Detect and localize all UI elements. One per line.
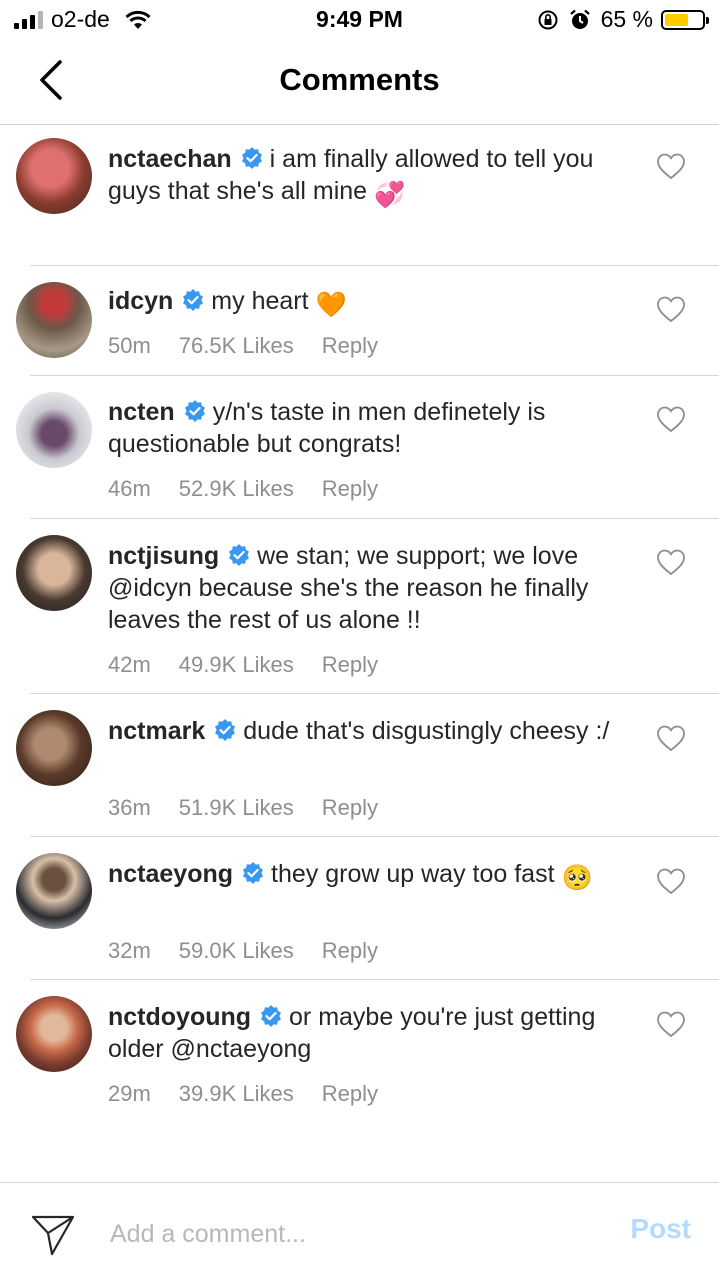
comment-time: 50m	[108, 333, 151, 358]
comment-username[interactable]: ncten	[108, 398, 175, 426]
reply-button[interactable]: Reply	[322, 1081, 378, 1107]
like-heart-icon[interactable]	[656, 152, 686, 180]
like-heart-icon[interactable]	[656, 548, 686, 576]
reply-button[interactable]: Reply	[322, 795, 378, 821]
comment-body: nctmark dude that's disgustingly cheesy :…	[108, 715, 648, 747]
header: Comments	[0, 40, 719, 125]
verified-badge-icon	[183, 289, 204, 311]
comment-username[interactable]: nctaeyong	[108, 860, 233, 888]
comment-meta: 50m 76.5K Likes Reply	[108, 333, 378, 359]
like-heart-icon[interactable]	[656, 724, 686, 752]
comment-body: nctdoyoung or maybe you're just getting o…	[108, 1001, 648, 1065]
like-heart-icon[interactable]	[656, 1010, 686, 1038]
comment-likes[interactable]: 49.9K Likes	[179, 652, 294, 678]
avatar[interactable]	[16, 996, 92, 1072]
avatar[interactable]	[16, 535, 92, 611]
post-button[interactable]: Post	[630, 1213, 691, 1245]
avatar[interactable]	[16, 282, 92, 358]
comment-time: 46m	[108, 476, 151, 501]
comment-time: 32m	[108, 938, 151, 963]
comment-meta: 46m 52.9K Likes Reply	[108, 476, 378, 502]
comment-likes[interactable]: 59.0K Likes	[179, 938, 294, 964]
orange-heart-emoji: 🧡	[315, 291, 347, 319]
like-heart-icon[interactable]	[656, 867, 686, 895]
orientation-lock-icon	[538, 10, 558, 29]
comment-likes[interactable]: 51.9K Likes	[179, 795, 294, 821]
like-heart-icon[interactable]	[656, 295, 686, 323]
comment-input[interactable]	[108, 1213, 592, 1255]
page-title: Comments	[279, 62, 440, 97]
comment-body: nctjisung we stan; we support; we love @i…	[108, 540, 648, 636]
alarm-icon	[569, 9, 590, 29]
reply-button[interactable]: Reply	[322, 333, 378, 359]
comment-username[interactable]: nctjisung	[108, 542, 219, 570]
avatar[interactable]	[16, 392, 92, 468]
verified-badge-icon	[243, 862, 264, 884]
divider	[30, 693, 719, 694]
reply-button[interactable]: Reply	[322, 938, 378, 964]
divider	[30, 836, 719, 837]
comment-username[interactable]: nctdoyoung	[108, 1003, 251, 1031]
divider	[30, 518, 719, 519]
verified-badge-icon	[215, 719, 236, 741]
comment-time: 42m	[108, 652, 151, 677]
revolving-hearts-emoji: 💞	[374, 181, 406, 209]
verified-badge-icon	[261, 1005, 282, 1027]
comment-username[interactable]: nctmark	[108, 717, 205, 745]
comment-username[interactable]: idcyn	[108, 287, 173, 315]
pleading-face-emoji: 🥺	[561, 864, 593, 892]
comment-composer: Post	[0, 1182, 719, 1281]
direct-send-icon[interactable]	[30, 1211, 76, 1257]
comment-text: dude that's disgustingly cheesy :/	[243, 717, 610, 745]
comment-body: ncten y/n's taste in men definetely is qu…	[108, 396, 648, 460]
comment-likes[interactable]: 76.5K Likes	[179, 333, 294, 359]
comment-likes[interactable]: 39.9K Likes	[179, 1081, 294, 1107]
comment-time: 36m	[108, 795, 151, 820]
like-heart-icon[interactable]	[656, 405, 686, 433]
avatar[interactable]	[16, 138, 92, 214]
verified-badge-icon	[229, 544, 250, 566]
comment-body: nctaechan i am finally allowed to tell yo…	[108, 143, 648, 211]
comment-text: my heart	[211, 287, 309, 315]
comment-body: idcyn my heart 🧡	[108, 285, 648, 321]
status-bar: o2-de 9:49 PM 65 %	[0, 0, 719, 40]
comment-body: nctaeyong they grow up way too fast 🥺	[108, 858, 648, 894]
comment-meta: 32m 59.0K Likes Reply	[108, 938, 378, 964]
comment-text: they grow up way too fast	[271, 860, 555, 888]
verified-badge-icon	[241, 147, 262, 169]
reply-button[interactable]: Reply	[322, 652, 378, 678]
comment-meta: 29m 39.9K Likes Reply	[108, 1081, 378, 1107]
divider	[30, 375, 719, 376]
status-right: 65 %	[537, 6, 709, 33]
verified-badge-icon	[184, 400, 205, 422]
reply-button[interactable]: Reply	[322, 476, 378, 502]
avatar[interactable]	[16, 710, 92, 786]
battery-percent: 65 %	[600, 6, 653, 32]
divider	[30, 979, 719, 980]
comment-likes[interactable]: 52.9K Likes	[179, 476, 294, 502]
comment-time: 29m	[108, 1081, 151, 1106]
battery-icon	[661, 9, 709, 30]
comment-username[interactable]: nctaechan	[108, 145, 232, 173]
comment-meta: 36m 51.9K Likes Reply	[108, 795, 378, 821]
divider	[30, 265, 719, 266]
avatar[interactable]	[16, 853, 92, 929]
comment-meta: 42m 49.9K Likes Reply	[108, 652, 378, 678]
